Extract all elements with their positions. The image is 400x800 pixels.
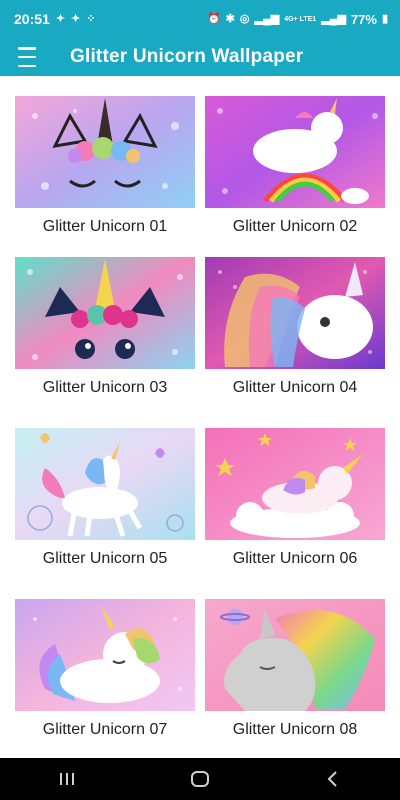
wallpaper-thumbnail-4[interactable] [205, 257, 385, 369]
bluetooth-icon: ✱ [225, 12, 235, 25]
curled-unicorn-image [15, 599, 195, 711]
back-icon[interactable] [303, 758, 363, 800]
flying-unicorn-image [205, 96, 385, 208]
wallpaper-card-1[interactable]: Glitter Unicorn 01 [15, 96, 195, 236]
wallpaper-thumbnail-2[interactable] [205, 96, 385, 208]
hamburger-menu-icon[interactable] [18, 47, 46, 67]
wallpaper-card-5[interactable]: Glitter Unicorn 05 [15, 428, 195, 568]
glitter-unicorn-head-image [205, 599, 385, 711]
wallpaper-card-8[interactable]: Glitter Unicorn 08 [205, 599, 385, 739]
wallpaper-thumbnail-8[interactable] [205, 599, 385, 711]
wallpaper-thumbnail-1[interactable] [15, 96, 195, 208]
wallpaper-thumbnail-3[interactable] [15, 257, 195, 369]
home-icon[interactable] [170, 758, 230, 800]
grid-dots-icon: ⁘ [86, 12, 96, 25]
wallpaper-label-8: Glitter Unicorn 08 [232, 721, 358, 738]
wallpaper-label-2: Glitter Unicorn 02 [232, 218, 358, 235]
alarm-icon: ⏰ [206, 12, 221, 25]
app-title: Glitter Unicorn Wallpaper [70, 46, 304, 67]
magic-wand-icon: ✦ [55, 12, 66, 25]
wallpaper-card-2[interactable]: Glitter Unicorn 02 [205, 96, 385, 236]
sleeping-unicorn-cloud-image [205, 428, 385, 540]
wallpaper-card-3[interactable]: Glitter Unicorn 03 [15, 257, 195, 397]
prancing-unicorn-image [15, 428, 195, 540]
status-time: 20:51 [14, 11, 50, 27]
unicorn-face-image-2 [15, 257, 195, 369]
wallpaper-grid[interactable]: Glitter Unicorn 01 Glitter Unicorn 02 Gl… [0, 76, 400, 758]
recents-icon[interactable] [37, 758, 97, 800]
signal-icon-2: ▂▄▆ [321, 12, 346, 25]
magic-wand-icon-2: ✦ [71, 12, 81, 25]
navigation-bar [0, 758, 400, 800]
app-bar: Glitter Unicorn Wallpaper [0, 38, 400, 76]
wallpaper-card-7[interactable]: Glitter Unicorn 07 [15, 599, 195, 739]
wallpaper-thumbnail-5[interactable] [15, 428, 195, 540]
battery-icon: ▮ [381, 12, 388, 25]
unicorn-portrait-image [205, 257, 385, 369]
wallpaper-label-1: Glitter Unicorn 01 [42, 218, 168, 235]
hotspot-icon: ◎ [239, 12, 250, 25]
network-type: 4G+ LTE1 [284, 15, 317, 23]
status-bar: 20:51 ✦ ✦ ⁘ ⏰ ✱ ◎ ▂▄▆ 4G+ LTE1 ▂▄▆ 77% ▮ [0, 0, 400, 38]
unicorn-face-image [15, 96, 195, 208]
wallpaper-label-3: Glitter Unicorn 03 [42, 379, 168, 396]
battery-level: 77% [350, 11, 377, 27]
signal-icon: ▂▄▆ [254, 12, 280, 25]
wallpaper-label-4: Glitter Unicorn 04 [232, 379, 358, 396]
wallpaper-thumbnail-6[interactable] [205, 428, 385, 540]
wallpaper-card-4[interactable]: Glitter Unicorn 04 [205, 257, 385, 397]
wallpaper-label-6: Glitter Unicorn 06 [232, 550, 358, 567]
wallpaper-label-5: Glitter Unicorn 05 [42, 550, 168, 567]
wallpaper-label-7: Glitter Unicorn 07 [42, 721, 168, 738]
wallpaper-card-6[interactable]: Glitter Unicorn 06 [205, 428, 385, 568]
wallpaper-thumbnail-7[interactable] [15, 599, 195, 711]
